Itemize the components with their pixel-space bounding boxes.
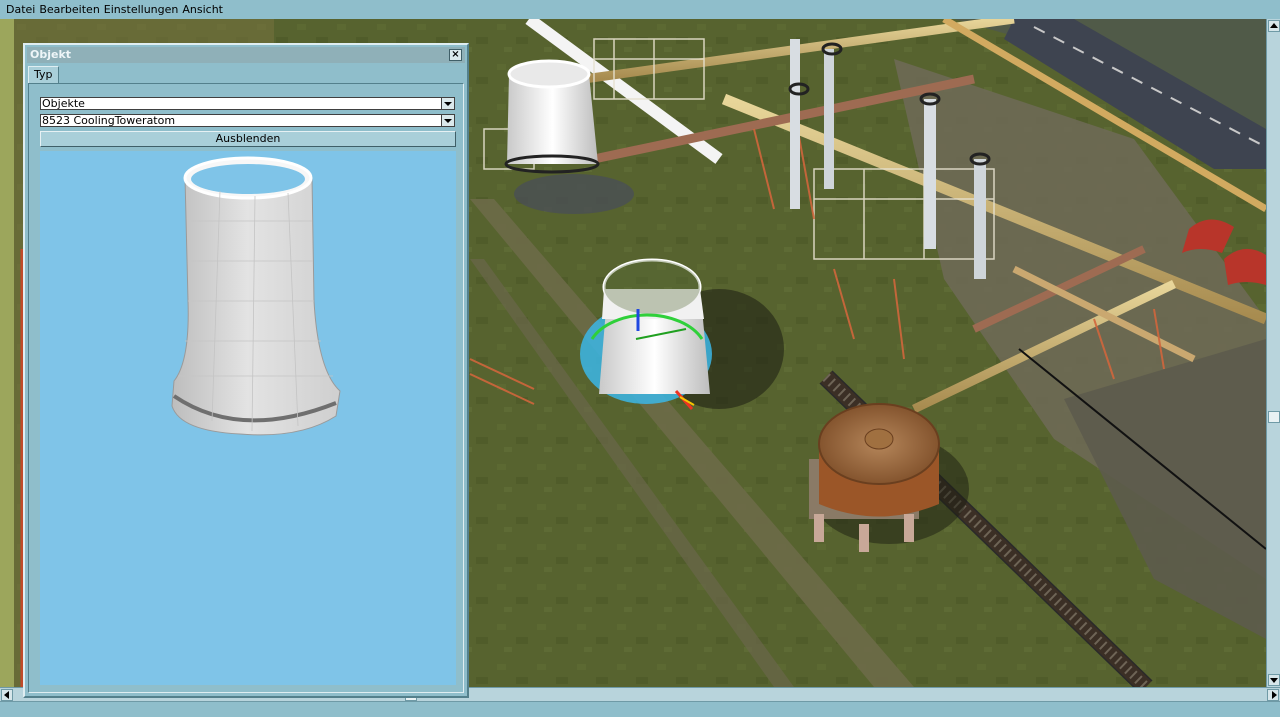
category-dropdown[interactable]: Objekte [40, 97, 455, 110]
menu-bearbeiten[interactable]: Bearbeiten [37, 0, 101, 19]
chevron-down-icon [444, 118, 452, 123]
arrow-down-icon [1270, 678, 1278, 683]
object-panel: Objekt × Typ Objekte 8523 CoolingTowerat… [23, 43, 469, 698]
object-dropdown-value: 8523 CoolingToweratom [42, 115, 176, 126]
dropdown-arrow-button[interactable] [441, 115, 454, 126]
menu-datei[interactable]: Datei [4, 0, 37, 19]
hide-button[interactable]: Ausblenden [40, 131, 456, 147]
menu-bar: Datei Bearbeiten Einstellungen Ansicht [0, 0, 1280, 19]
cooling-tower-preview [171, 156, 341, 436]
category-dropdown-value: Objekte [42, 98, 85, 109]
object-dropdown[interactable]: 8523 CoolingToweratom [40, 114, 455, 127]
panel-tabs: Typ [28, 66, 59, 83]
panel-title: Objekt [30, 48, 72, 61]
scroll-down-button[interactable] [1268, 674, 1280, 686]
scroll-right-button[interactable] [1267, 689, 1279, 701]
arrow-right-icon [1272, 691, 1277, 699]
arrow-up-icon [1270, 23, 1278, 28]
panel-body: Objekte 8523 CoolingToweratom Ausblenden [28, 83, 464, 693]
tab-typ[interactable]: Typ [28, 66, 59, 83]
scroll-left-button[interactable] [1, 689, 13, 701]
menu-einstellungen[interactable]: Einstellungen [102, 0, 181, 19]
dropdown-arrow-button[interactable] [441, 98, 454, 109]
viewport-left-edge [0, 19, 14, 687]
status-bar [0, 701, 1280, 717]
object-preview[interactable] [40, 151, 456, 685]
vertical-scroll-thumb[interactable] [1268, 411, 1280, 423]
menu-ansicht[interactable]: Ansicht [180, 0, 225, 19]
close-icon[interactable]: × [449, 49, 462, 61]
panel-title-bar[interactable]: Objekt × [27, 47, 465, 63]
vertical-scrollbar[interactable] [1266, 19, 1280, 687]
scroll-up-button[interactable] [1268, 20, 1280, 32]
chevron-down-icon [444, 101, 452, 106]
arrow-left-icon [4, 691, 9, 699]
